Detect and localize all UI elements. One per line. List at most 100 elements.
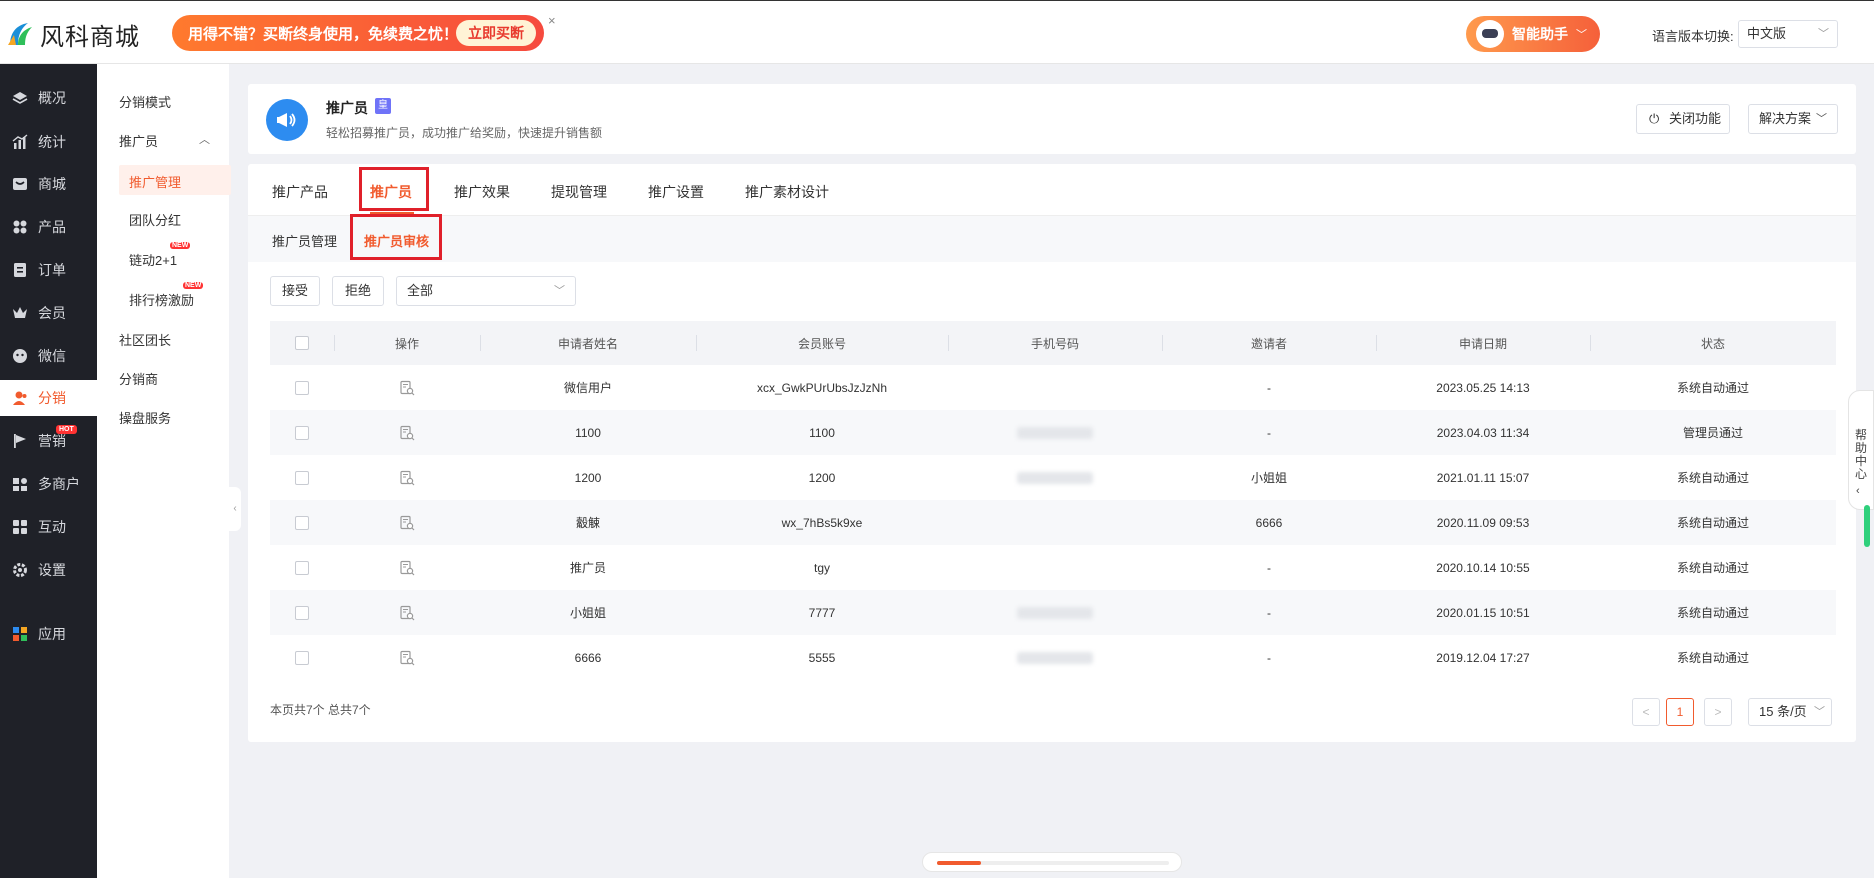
promo-banner[interactable]: 用得不错？买断终身使用，免续费之忧！ 立即买断 (172, 15, 544, 51)
grid-icon (12, 219, 28, 235)
close-feature-button[interactable]: ⏻ 关闭功能 (1636, 104, 1730, 134)
status-filter-select[interactable]: 全部 ﹀ (396, 276, 576, 306)
scrollbar-thumb[interactable] (937, 861, 981, 865)
layers-icon (12, 90, 28, 106)
review-detail-icon[interactable] (399, 560, 415, 576)
review-detail-icon[interactable] (399, 380, 415, 396)
subtab-promoter-manage[interactable]: 推广员管理 (272, 231, 337, 250)
chevron-up-icon[interactable]: ︿ (199, 131, 210, 147)
collapse-sidebar-handle[interactable]: ‹ (229, 487, 241, 531)
sidebar-item-label: 统计 (38, 134, 66, 150)
row-action-cell (334, 635, 480, 680)
sidebar-item-distribution[interactable]: 分销 (0, 380, 97, 416)
sidebar-item-store[interactable]: 商城 (0, 166, 97, 202)
sidebar-item-interaction[interactable]: 互动 (0, 509, 97, 545)
inviter: - (1267, 380, 1271, 395)
row-checkbox[interactable] (295, 515, 309, 530)
sidebar-item-label: 商城 (38, 176, 66, 192)
subnav-community-leader[interactable]: 社区团长 (119, 330, 171, 349)
subnav-operation-service[interactable]: 操盘服务 (119, 408, 171, 427)
horizontal-scrollbar[interactable] (922, 852, 1182, 872)
promo-text: 用得不错？买断终身使用，免续费之忧！ (188, 25, 459, 43)
sidebar-item-marketing[interactable]: 营销 HOT (0, 423, 97, 459)
blurred-phone (1017, 472, 1093, 485)
table-header-row: 操作 申请者姓名 会员账号 手机号码 邀请者 申请日期 状态 (270, 321, 1836, 365)
review-detail-icon[interactable] (399, 515, 415, 531)
sidebar-item-label: 多商户 (38, 476, 80, 492)
megaphone-icon (266, 99, 308, 141)
row-checkbox[interactable] (295, 470, 309, 485)
review-table: 操作 申请者姓名 会员账号 手机号码 邀请者 申请日期 状态 微信用户 xcx_G… (270, 321, 1836, 680)
tab-promotion-material[interactable]: 推广素材设计 (745, 182, 829, 202)
sidebar-item-orders[interactable]: 订单 (0, 252, 97, 288)
next-page-button[interactable]: > (1704, 698, 1732, 726)
applicant-name: 微信用户 (563, 381, 612, 395)
solution-dropdown[interactable]: 解决方案 ﹀ (1748, 104, 1838, 134)
subnav-distribution-mode[interactable]: 分销模式 (119, 92, 171, 111)
row-action-cell (334, 500, 480, 545)
review-detail-icon[interactable] (399, 425, 415, 441)
chevron-left-icon: ‹ (1856, 485, 1860, 497)
top-bar: 风科商城 用得不错？买断终身使用，免续费之忧！ 立即买断 × 智能助手 ﹀ 语言… (0, 0, 1874, 64)
chevron-down-icon: ﹀ (1814, 706, 1825, 718)
help-center-tab[interactable]: 帮助中心 ‹ (1848, 390, 1874, 510)
page-title: 推广员 (326, 100, 368, 116)
review-detail-icon[interactable] (399, 650, 415, 666)
sidebar-item-members[interactable]: 会员 (0, 295, 97, 331)
subnav-distributor[interactable]: 分销商 (119, 369, 158, 388)
smart-assistant-button[interactable]: 智能助手 ﹀ (1466, 16, 1600, 52)
tab-withdrawal[interactable]: 提现管理 (551, 182, 607, 202)
review-detail-icon[interactable] (399, 605, 415, 621)
prev-page-button[interactable]: < (1632, 698, 1660, 726)
tab-promoted-products[interactable]: 推广产品 (272, 182, 328, 202)
tab-promotion-effect[interactable]: 推广效果 (454, 182, 510, 202)
row-checkbox[interactable] (295, 560, 309, 575)
language-select[interactable]: 中文版 ﹀ (1738, 20, 1838, 48)
sidebar-item-settings[interactable]: 设置 (0, 552, 97, 588)
interact-icon (12, 519, 28, 535)
sidebar-item-label: 微信 (38, 348, 66, 364)
inviter: - (1267, 560, 1271, 575)
row-select-cell (270, 635, 334, 680)
inviter: 6666 (1255, 515, 1283, 530)
subnav-promotion-manage[interactable]: 推广管理 (129, 172, 181, 191)
brand-logo[interactable]: 风科商城 (6, 17, 140, 51)
subnav-promoter[interactable]: 推广员 (119, 131, 158, 150)
review-detail-icon[interactable] (399, 470, 415, 486)
row-select-cell (270, 365, 334, 410)
apply-date: 2020.11.09 09:53 (1436, 515, 1530, 530)
reject-button[interactable]: 拒绝 (332, 276, 384, 306)
member-account: 1100 (809, 425, 835, 440)
row-checkbox[interactable] (295, 380, 309, 395)
sidebar-item-overview[interactable]: 概况 (0, 80, 97, 116)
page-button-current[interactable]: 1 (1666, 698, 1694, 726)
select-all-checkbox[interactable] (295, 336, 309, 351)
member-account: 1200 (808, 470, 836, 485)
row-checkbox[interactable] (295, 605, 309, 620)
sidebar-item-products[interactable]: 产品 (0, 209, 97, 245)
phone-number (948, 410, 1162, 455)
row-checkbox[interactable] (295, 425, 309, 440)
solution-label: 解决方案 (1759, 111, 1812, 126)
phone-number (948, 455, 1162, 500)
row-action-cell (334, 365, 480, 410)
buyout-button[interactable]: 立即买断 (456, 20, 536, 46)
new-badge: NEW (170, 242, 191, 249)
sidebar-item-stats[interactable]: 统计 (0, 124, 97, 160)
tab-promotion-settings[interactable]: 推广设置 (648, 182, 704, 202)
sidebar-item-apps[interactable]: 应用 (0, 616, 97, 652)
row-checkbox[interactable] (295, 650, 309, 665)
subnav-chain[interactable]: 链动2+1 (129, 250, 177, 269)
chevron-down-icon: ﹀ (1576, 29, 1587, 41)
promo-close-icon[interactable]: × (548, 13, 556, 28)
page-size-select[interactable]: 15 条/页 ﹀ (1748, 698, 1832, 726)
sidebar-item-wechat[interactable]: 微信 (0, 338, 97, 374)
column-header: 申请日期 (1376, 321, 1590, 365)
subnav-rank-incentive[interactable]: 排行榜激励 (129, 290, 194, 309)
sidebar-item-multi-merchant[interactable]: 多商户 (0, 466, 97, 502)
accept-button[interactable]: 接受 (270, 276, 320, 306)
assistant-label: 智能助手 (1512, 26, 1568, 42)
inviter: - (1267, 650, 1271, 665)
row-select-cell (270, 500, 334, 545)
subnav-team-bonus[interactable]: 团队分红 (129, 210, 181, 229)
